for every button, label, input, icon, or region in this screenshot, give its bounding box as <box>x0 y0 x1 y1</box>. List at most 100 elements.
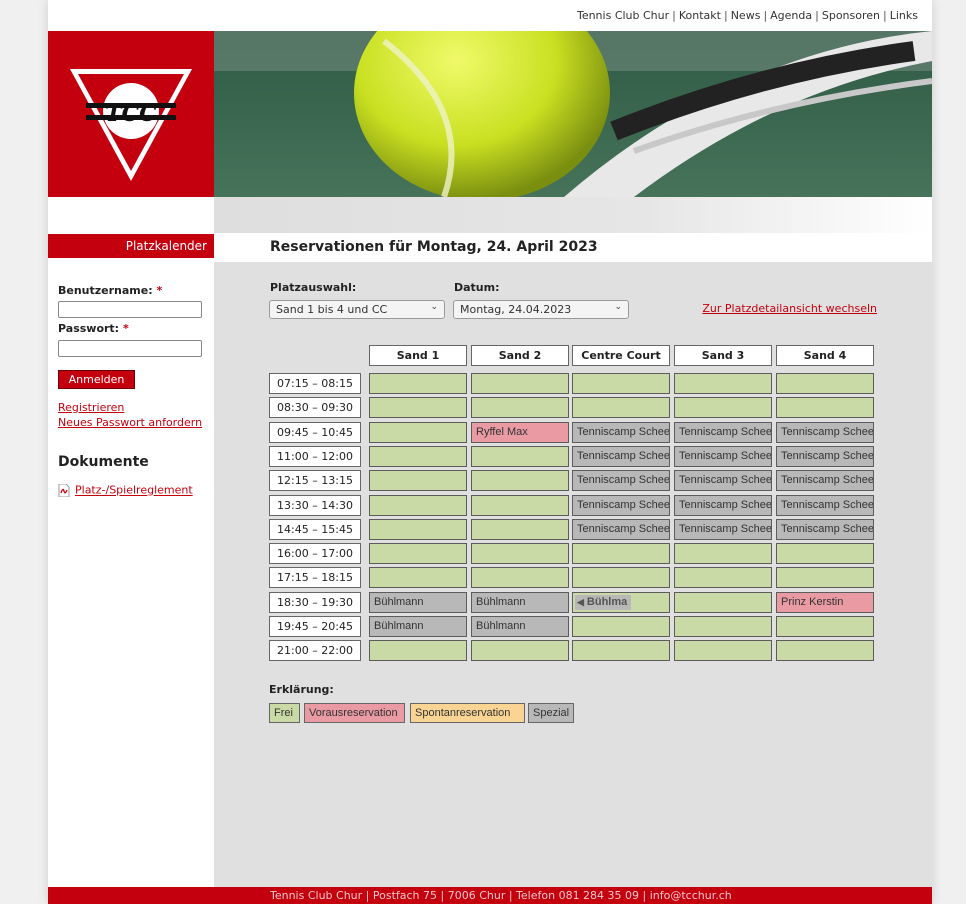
username-input[interactable] <box>58 301 202 318</box>
reservation-slot[interactable] <box>369 494 467 516</box>
time-slot-label: 11:00 – 12:00 <box>269 445 361 467</box>
reservation-slot[interactable]: Tenniscamp Scheer <box>572 445 670 467</box>
reservation-slot[interactable] <box>369 518 467 540</box>
reservation-slot[interactable] <box>572 567 670 589</box>
court-selection-dropdown[interactable]: Sand 1 bis 4 und CC ⌄ <box>269 300 445 319</box>
slot-label: Tenniscamp Scheer <box>577 449 670 462</box>
document-link[interactable]: Platz-/Spielreglement <box>58 483 193 497</box>
reservation-slot[interactable] <box>471 445 569 467</box>
reservation-slot[interactable]: Tenniscamp Scheer <box>776 518 874 540</box>
time-slot-label: 12:15 – 13:15 <box>269 470 361 492</box>
reservation-slot[interactable] <box>776 640 874 662</box>
reservation-slot[interactable] <box>369 373 467 394</box>
reservation-slot[interactable]: Tenniscamp Scheer <box>674 445 772 467</box>
reservation-slot[interactable]: Tenniscamp Scheer <box>572 421 670 443</box>
nav-link[interactable]: Tennis Club Chur <box>577 9 669 22</box>
reservation-slot[interactable] <box>572 616 670 637</box>
reservation-slot[interactable] <box>776 567 874 589</box>
reservation-slot[interactable] <box>471 567 569 589</box>
reservation-slot[interactable] <box>471 640 569 662</box>
reservation-slot[interactable]: Tenniscamp Scheer <box>674 494 772 516</box>
reservation-slot[interactable] <box>776 616 874 637</box>
reservation-slot[interactable] <box>369 640 467 662</box>
reservation-slot[interactable]: Bühlmann <box>369 616 467 637</box>
slot-label: Prinz Kerstin <box>781 595 844 608</box>
nav-separator: | <box>672 9 676 22</box>
reservation-slot[interactable] <box>369 421 467 443</box>
reservation-slot[interactable] <box>471 470 569 492</box>
reservation-slot[interactable]: Tenniscamp Scheer <box>572 470 670 492</box>
tennis-ball-image <box>214 31 932 197</box>
reservation-slot[interactable]: Tenniscamp Scheer <box>776 470 874 492</box>
reservation-slot[interactable]: Tenniscamp Scheer <box>674 421 772 443</box>
reservation-slot[interactable] <box>572 373 670 394</box>
legend-item: Spontanreservation <box>410 703 525 723</box>
reservation-slot[interactable] <box>572 640 670 662</box>
reservation-slot[interactable] <box>776 543 874 565</box>
date-dropdown[interactable]: Montag, 24.04.2023 ⌄ <box>453 300 629 319</box>
reservation-slot[interactable] <box>572 543 670 565</box>
reservation-content: Platzauswahl: Sand 1 bis 4 und CC ⌄ Datu… <box>214 262 932 888</box>
reservation-slot[interactable] <box>369 567 467 589</box>
nav-separator: | <box>815 9 819 22</box>
chevron-down-icon: ⌄ <box>430 302 438 312</box>
reservation-slot[interactable] <box>674 373 772 394</box>
reservation-slot[interactable] <box>674 640 772 662</box>
reservation-slot[interactable] <box>674 591 772 613</box>
reservation-slot[interactable]: Prinz Kerstin <box>776 591 874 613</box>
time-slot-label: 16:00 – 17:00 <box>269 543 361 565</box>
reservation-slot[interactable] <box>776 373 874 394</box>
nav-separator: | <box>763 9 768 22</box>
reservation-slot[interactable]: Tenniscamp Scheer <box>674 470 772 492</box>
nav-link[interactable]: Sponsoren <box>822 9 880 22</box>
switch-view-link[interactable]: Zur Platzdetailansicht wechseln <box>702 302 877 315</box>
slot-label: Tenniscamp Scheer <box>781 474 874 487</box>
nav-link[interactable]: Agenda <box>770 9 812 22</box>
court-selection-label: Platzauswahl: <box>270 281 357 294</box>
tcc-logo-icon: TCC <box>70 69 192 181</box>
reservation-slot[interactable] <box>674 543 772 565</box>
login-button[interactable]: Anmelden <box>58 370 135 389</box>
reservation-slot[interactable] <box>572 397 670 419</box>
reservation-slot[interactable] <box>369 543 467 565</box>
slot-label: Tenniscamp Scheer <box>679 449 772 462</box>
register-link[interactable]: Registrieren <box>58 401 124 414</box>
reservation-slot[interactable]: ◀ Bühlma <box>572 591 670 613</box>
reset-password-link[interactable]: Neues Passwort anfordern <box>58 416 202 429</box>
reservation-slot[interactable] <box>369 470 467 492</box>
reservation-slot[interactable]: Ryffel Max <box>471 421 569 443</box>
reservation-slot[interactable] <box>471 397 569 419</box>
slot-label: Tenniscamp Scheer <box>781 522 874 535</box>
time-slot-label: 14:45 – 15:45 <box>269 518 361 540</box>
reservation-slot[interactable]: Tenniscamp Scheer <box>572 518 670 540</box>
reservation-slot[interactable] <box>674 397 772 419</box>
slot-label: Tenniscamp Scheer <box>679 498 772 511</box>
reservation-slot[interactable]: Bühlmann <box>369 591 467 613</box>
reservation-slot[interactable] <box>369 445 467 467</box>
time-slot-label: 07:15 – 08:15 <box>269 373 361 394</box>
nav-link[interactable]: News <box>731 9 761 22</box>
reservation-slot[interactable] <box>674 567 772 589</box>
reservation-slot[interactable]: Bühlmann <box>471 591 569 613</box>
time-slot-label: 08:30 – 09:30 <box>269 397 361 419</box>
nav-link[interactable]: Links <box>890 9 918 22</box>
date-value: Montag, 24.04.2023 <box>460 303 572 316</box>
reservation-slot[interactable] <box>471 494 569 516</box>
reservation-slot[interactable]: Tenniscamp Scheer <box>674 518 772 540</box>
reservation-slot[interactable] <box>369 397 467 419</box>
reservation-slot[interactable] <box>471 543 569 565</box>
legend-item: Spezial <box>528 703 574 723</box>
reservation-slot[interactable] <box>776 397 874 419</box>
password-input[interactable] <box>58 340 202 357</box>
reservation-slot[interactable]: Tenniscamp Scheer <box>776 494 874 516</box>
reservation-slot[interactable]: Tenniscamp Scheer <box>776 421 874 443</box>
reservation-slot[interactable]: Tenniscamp Scheer <box>776 445 874 467</box>
club-logo[interactable]: TCC <box>48 31 214 197</box>
reservation-slot[interactable]: Bühlmann <box>471 616 569 637</box>
reservation-slot[interactable] <box>471 518 569 540</box>
reservation-slot[interactable] <box>471 373 569 394</box>
reservation-slot[interactable]: Tenniscamp Scheer <box>572 494 670 516</box>
nav-link[interactable]: Kontakt <box>679 9 721 22</box>
reservation-slot[interactable] <box>674 616 772 637</box>
time-slot-label: 21:00 – 22:00 <box>269 640 361 662</box>
